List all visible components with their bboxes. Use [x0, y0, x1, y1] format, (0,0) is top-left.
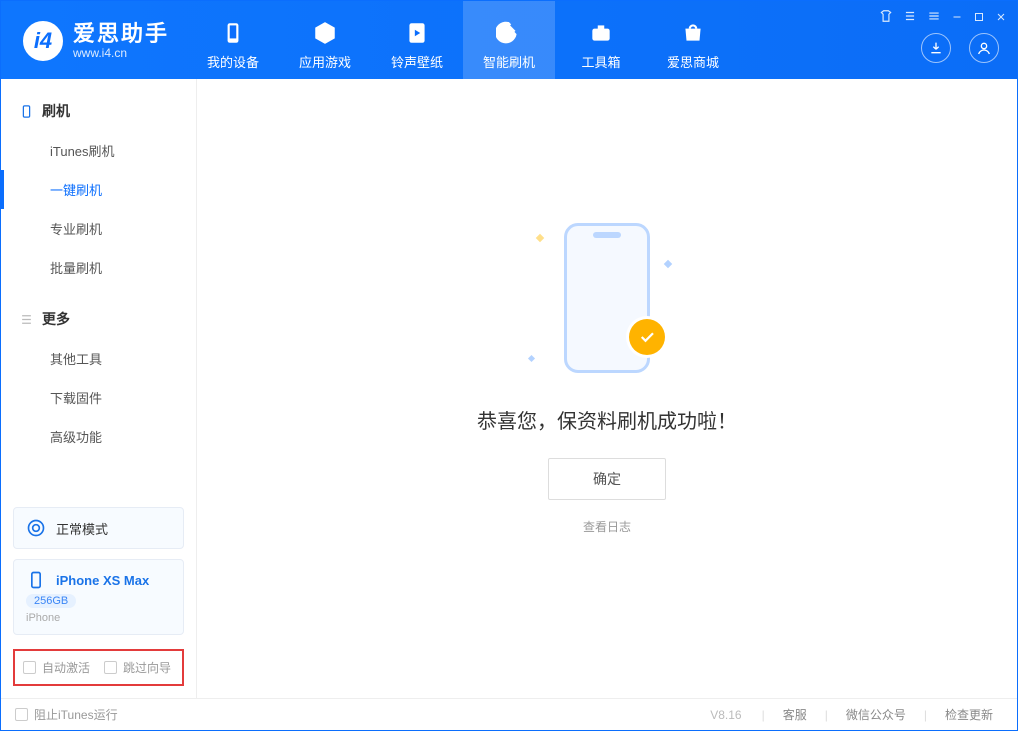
nav-label: 爱思商城	[667, 52, 719, 71]
footer-link-update[interactable]: 检查更新	[935, 706, 1003, 723]
logo-icon: i4	[23, 21, 63, 61]
version-label: V8.16	[710, 708, 741, 722]
nav-apps-games[interactable]: 应用游戏	[279, 1, 371, 79]
checkbox-block-itunes[interactable]: 阻止iTunes运行	[15, 706, 118, 723]
logo-block: i4 爱思助手 www.i4.cn	[1, 21, 187, 79]
sidebar-item-onekey-flash[interactable]: 一键刷机	[1, 170, 196, 209]
list-icon[interactable]	[903, 9, 917, 28]
storage-badge: 256GB	[26, 594, 76, 608]
user-icon[interactable]	[969, 33, 999, 63]
nav-my-device[interactable]: 我的设备	[187, 1, 279, 79]
sidebar-head-flash: 刷机	[1, 97, 196, 131]
mode-card[interactable]: 正常模式	[13, 507, 184, 549]
header-right-actions	[921, 33, 999, 63]
sidebar-item-pro-flash[interactable]: 专业刷机	[1, 209, 196, 248]
menu-icon[interactable]	[927, 9, 941, 28]
sidebar-head-more: 更多	[1, 305, 196, 339]
sidebar: 刷机 iTunes刷机 一键刷机 专业刷机 批量刷机 更多 其他工具 下载固件 …	[1, 79, 197, 698]
checkbox-icon	[15, 708, 28, 721]
success-message: 恭喜您，保资料刷机成功啦！	[477, 405, 737, 434]
app-header: i4 爱思助手 www.i4.cn 我的设备 应用游戏 铃声壁纸 智能刷机 工具…	[1, 1, 1017, 79]
device-type: iPhone	[26, 612, 60, 624]
main-content: 恭喜您，保资料刷机成功啦！ 确定 查看日志	[197, 79, 1017, 698]
ok-button[interactable]: 确定	[548, 458, 666, 500]
nav-toolbox[interactable]: 工具箱	[555, 1, 647, 79]
status-bar: 阻止iTunes运行 V8.16 | 客服 | 微信公众号 | 检查更新	[1, 698, 1017, 730]
checkbox-icon	[23, 661, 36, 674]
brand-site: www.i4.cn	[73, 46, 169, 60]
window-controls	[879, 9, 1007, 28]
download-icon[interactable]	[921, 33, 951, 63]
nav-smart-flash[interactable]: 智能刷机	[463, 1, 555, 79]
nav-label: 智能刷机	[483, 52, 535, 71]
shirt-icon[interactable]	[879, 9, 893, 28]
nav-label: 铃声壁纸	[391, 52, 443, 71]
maximize-button[interactable]	[973, 10, 985, 28]
list-icon	[19, 312, 34, 327]
device-name: iPhone XS Max	[56, 573, 149, 588]
device-card[interactable]: iPhone XS Max 256GB iPhone	[13, 559, 184, 635]
nav-ring-wall[interactable]: 铃声壁纸	[371, 1, 463, 79]
checkbox-skip-wizard[interactable]: 跳过向导	[104, 659, 171, 676]
sidebar-item-batch-flash[interactable]: 批量刷机	[1, 248, 196, 287]
footer-link-wechat[interactable]: 微信公众号	[836, 706, 916, 723]
option-highlight-box: 自动激活 跳过向导	[13, 649, 184, 686]
nav-label: 应用游戏	[299, 52, 351, 71]
close-button[interactable]	[995, 10, 1007, 28]
phone-icon	[26, 570, 46, 590]
nav-store[interactable]: 爱思商城	[647, 1, 739, 79]
sidebar-item-itunes-flash[interactable]: iTunes刷机	[1, 131, 196, 170]
nav-label: 我的设备	[207, 52, 259, 71]
mode-label: 正常模式	[56, 519, 108, 538]
minimize-button[interactable]	[951, 10, 963, 28]
success-illustration	[507, 213, 707, 383]
sidebar-item-other-tools[interactable]: 其他工具	[1, 339, 196, 378]
view-log-link[interactable]: 查看日志	[583, 518, 631, 535]
footer-link-support[interactable]: 客服	[773, 706, 817, 723]
nav-label: 工具箱	[582, 52, 621, 71]
sparkle-icon	[528, 354, 535, 361]
sparkle-icon	[536, 233, 544, 241]
sidebar-item-download-fw[interactable]: 下载固件	[1, 378, 196, 417]
checkbox-auto-activate[interactable]: 自动激活	[23, 659, 90, 676]
sparkle-icon	[664, 259, 672, 267]
sync-icon	[26, 518, 46, 538]
brand-name: 爱思助手	[73, 22, 169, 46]
phone-icon	[19, 104, 34, 119]
sidebar-item-advanced[interactable]: 高级功能	[1, 417, 196, 456]
checkbox-icon	[104, 661, 117, 674]
check-badge-icon	[629, 319, 665, 355]
top-nav: 我的设备 应用游戏 铃声壁纸 智能刷机 工具箱 爱思商城	[187, 1, 739, 79]
